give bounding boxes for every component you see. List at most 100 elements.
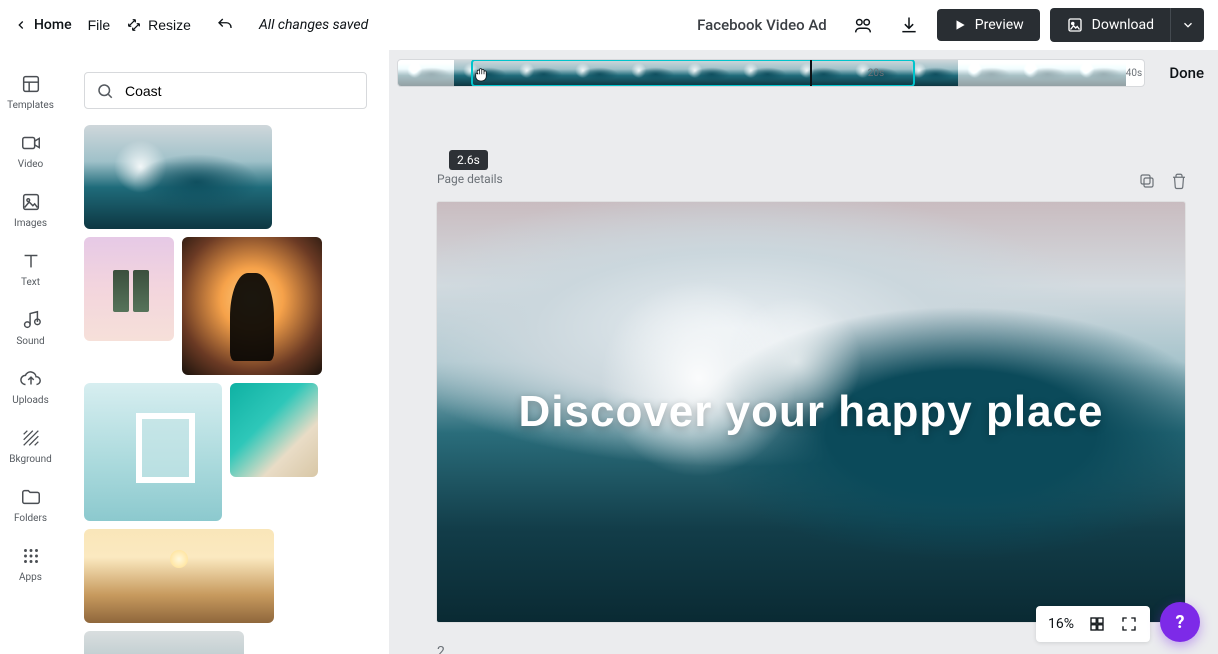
timeline-frame[interactable] [510,60,566,86]
timeline-mark: 40s [1126,68,1142,79]
image-panel [62,50,389,654]
text-icon [19,249,43,273]
rail-images[interactable]: Images [0,180,62,239]
timeline-frame[interactable] [1070,60,1126,86]
search-wrap [84,72,367,109]
timeline-frame[interactable] [958,60,1014,86]
folders-icon [19,485,43,509]
undo-icon [216,16,234,34]
image-thumb-dunes-sunset[interactable] [84,529,274,623]
rail-apps-label: Apps [19,572,42,583]
image-grid [84,125,367,654]
timeline-mark: 20s [868,68,884,79]
resize-button[interactable]: Resize [126,17,191,33]
download-arrow-icon [899,15,919,35]
preview-label: Preview [975,17,1024,33]
canvas-headline[interactable]: Discover your happy place [437,202,1185,622]
delete-page-button[interactable] [1170,172,1188,190]
time-badge: 2.6s [449,150,488,170]
download-icon-button[interactable] [891,7,927,43]
templates-icon [19,72,43,96]
page-actions [1138,172,1188,190]
top-bar-right: Facebook Video Ad Preview Download [697,7,1204,43]
rail-video-label: Video [18,159,43,170]
sound-icon [19,308,43,332]
fullscreen-button[interactable] [1120,615,1138,633]
bkground-icon [19,426,43,450]
file-menu[interactable]: File [88,17,111,33]
download-button[interactable]: Download [1050,8,1170,42]
zoom-value[interactable]: 16% [1048,616,1074,632]
image-thumb-palms[interactable] [84,237,174,341]
side-rail: Templates Video Images Text Sound Upload… [0,50,62,654]
preview-button[interactable]: Preview [937,9,1040,41]
help-button[interactable]: ? [1160,602,1200,642]
document-title[interactable]: Facebook Video Ad [697,16,835,34]
image-thumb-silhouette[interactable] [182,237,322,375]
rail-text[interactable]: Text [0,239,62,298]
chevron-down-icon [1181,18,1195,32]
rail-templates[interactable]: Templates [0,62,62,121]
timeline-row: 20s 40s Done [397,58,1210,88]
image-thumb-wave[interactable] [84,125,272,229]
rail-folders[interactable]: Folders [0,475,62,534]
timeline[interactable]: 20s 40s [397,59,1145,87]
done-button[interactable]: Done [1163,64,1210,82]
share-icon [852,14,874,36]
play-icon [953,18,967,32]
rail-uploads-label: Uploads [12,395,48,406]
share-button[interactable] [845,7,881,43]
search-input[interactable] [84,72,367,109]
rail-sound-label: Sound [16,336,44,347]
rail-images-label: Images [14,218,47,229]
grid-view-button[interactable] [1088,615,1106,633]
image-thumb-surfer[interactable] [84,631,244,654]
page-meta: Page details [437,172,503,186]
rail-bkground-label: Bkground [9,454,52,465]
top-bar: Home File Resize All changes saved Faceb… [0,0,1218,50]
uploads-icon [19,367,43,391]
undo-button[interactable] [207,7,243,43]
timeline-frame[interactable] [1014,60,1070,86]
chevron-left-icon [14,18,28,32]
download-button-group: Download [1050,8,1204,42]
rail-text-label: Text [21,277,40,288]
download-icon [1066,16,1084,34]
video-icon [19,131,43,155]
download-label: Download [1092,17,1154,33]
page-number: 2 [437,644,445,654]
timeline-frame[interactable] [734,60,790,86]
search-icon [96,82,114,100]
top-bar-left: Home File Resize All changes saved [14,7,368,43]
images-icon [19,190,43,214]
rail-sound[interactable]: Sound [0,298,62,357]
timeline-frame[interactable] [398,60,454,86]
resize-label: Resize [148,17,191,33]
grab-cursor-icon [472,66,490,84]
home-link[interactable]: Home [14,17,72,33]
resize-icon [126,17,142,33]
zoom-bar: 16% [1036,606,1150,642]
apps-icon [19,544,43,568]
image-thumb-polaroid[interactable] [84,383,222,521]
image-thumb-aerial-shore[interactable] [230,383,318,477]
rail-folders-label: Folders [14,513,47,524]
rail-video[interactable]: Video [0,121,62,180]
timeline-frame[interactable] [902,60,958,86]
duplicate-page-button[interactable] [1138,172,1156,190]
download-caret[interactable] [1170,8,1204,42]
rail-uploads[interactable]: Uploads [0,357,62,416]
editor-area: 20s 40s Done 2.6s Page details Discover y… [389,50,1218,654]
timeline-frame[interactable] [566,60,622,86]
timeline-frame[interactable] [790,60,846,86]
home-label: Home [34,17,72,33]
timeline-playhead[interactable] [810,59,812,87]
rail-apps[interactable]: Apps [0,534,62,593]
timeline-frame[interactable] [678,60,734,86]
canvas-page-1[interactable]: Discover your happy place [437,202,1185,622]
save-status: All changes saved [259,17,368,33]
rail-bkground[interactable]: Bkground [0,416,62,475]
timeline-frame[interactable] [622,60,678,86]
rail-templates-label: Templates [7,100,54,111]
page-details-label[interactable]: Page details [437,172,503,186]
